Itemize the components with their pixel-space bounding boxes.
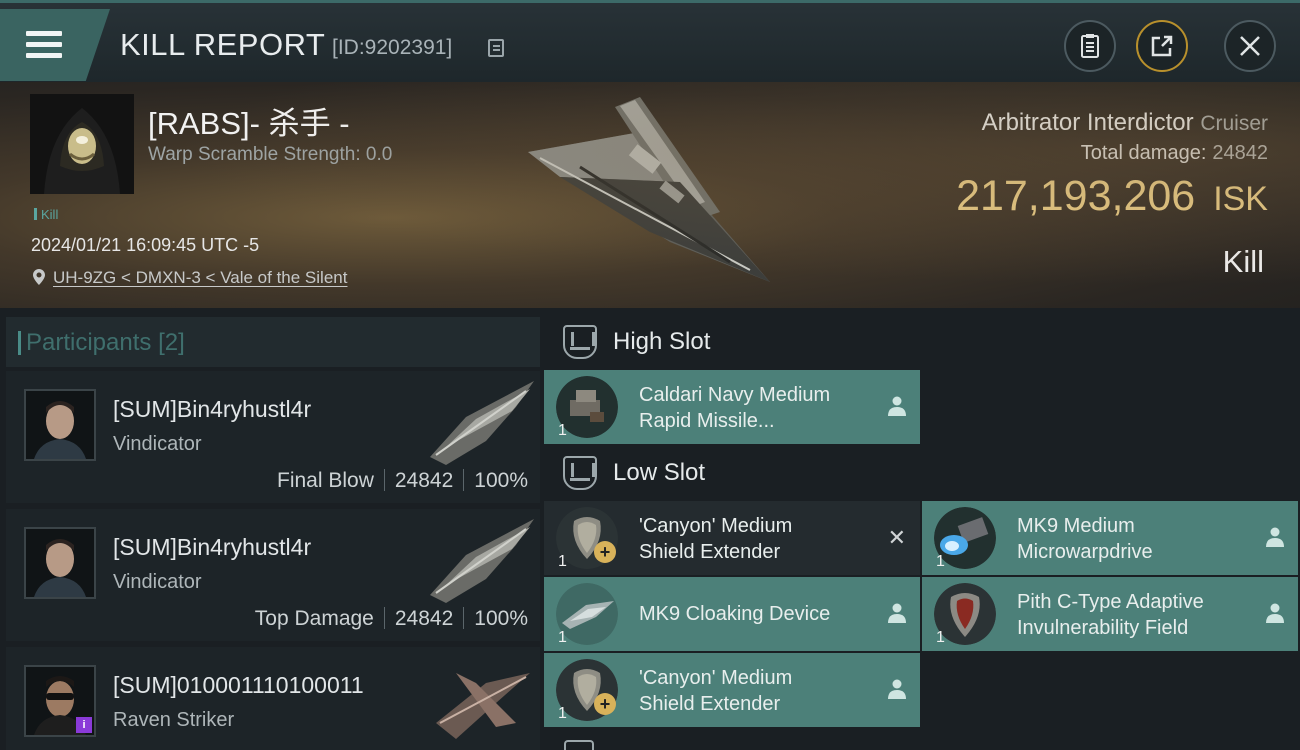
participant-ship: Vindicator: [113, 571, 202, 593]
module-name: MK9 Cloaking Device: [639, 603, 831, 625]
pilot-portrait-image: [26, 529, 94, 597]
kill-datetime: 2024/01/21 16:09:45 UTC -5: [31, 235, 260, 255]
participants-count: [2]: [158, 329, 185, 356]
location-pin-icon: [33, 269, 45, 285]
participant-ship-image: [436, 673, 530, 739]
participant-ship: Vindicator: [113, 433, 202, 455]
participant-role: Top Damage: [254, 607, 374, 630]
participant-stats: Top Damage 24842 100%: [255, 607, 528, 631]
avatar[interactable]: [24, 389, 96, 461]
victim-ship-image[interactable]: [520, 92, 780, 292]
module-name: MK9 Medium Microwarpdrive: [1017, 515, 1153, 563]
share-icon: [1151, 35, 1173, 57]
top-bar: KILL REPORT [ID:9202391]: [0, 0, 1300, 82]
menu-icon: [26, 31, 62, 59]
participant-damage: 24842: [394, 469, 454, 492]
participant-damage: 24842: [394, 607, 454, 630]
high-slot-icon: [563, 325, 597, 359]
participant-card[interactable]: [SUM]Bin4ryhustl4r Vindicator Top Damage…: [6, 509, 540, 641]
victim-name[interactable]: [RABS]- 杀手 -: [148, 98, 350, 143]
module-canyon-medium-shield-extender[interactable]: + 1 'Canyon' Medium Shield Extender ✕: [544, 501, 920, 575]
participant-name: [SUM]Bin4ryhustl4r: [113, 396, 312, 422]
share-button[interactable]: [1136, 20, 1188, 72]
module-quantity: 1: [558, 705, 567, 722]
close-button[interactable]: [1224, 20, 1276, 72]
participant-ship-image: [430, 519, 534, 603]
result-label: Kill: [1222, 244, 1264, 279]
module-mk9-medium-microwarpdrive[interactable]: 1 MK9 Medium Microwarpdrive: [922, 501, 1298, 575]
hooded-pilot-image: [30, 94, 134, 194]
participant-card[interactable]: i [SUM]010001110100011 Raven Striker: [6, 647, 540, 750]
participant-card[interactable]: [SUM]Bin4ryhustl4r Vindicator Final Blow…: [6, 371, 540, 503]
remove-icon[interactable]: ✕: [888, 525, 906, 551]
module-canyon-medium-shield-extender[interactable]: + 1 'Canyon' Medium Shield Extender: [544, 653, 920, 727]
next-slot-header-partial: [562, 738, 662, 750]
isk-amount: 217,193,206: [956, 172, 1196, 220]
person-icon: [888, 679, 906, 699]
participants-panel: Participants [2] [SUM]Bin4ryhustl4r Vind…: [6, 317, 540, 750]
avatar[interactable]: [24, 527, 96, 599]
pilot-portrait-image: [26, 391, 94, 459]
avatar[interactable]: i: [24, 665, 96, 737]
module-mk9-cloaking-device[interactable]: 1 MK9 Cloaking Device: [544, 577, 920, 651]
participant-percent: 100%: [474, 469, 528, 492]
warp-scramble-strength: Warp Scramble Strength: 0.0: [148, 144, 393, 165]
participant-name: [SUM]010001110100011: [113, 672, 364, 698]
module-name: 'Canyon' Medium Shield Extender: [639, 667, 793, 715]
participant-stats: Final Blow 24842 100%: [277, 469, 528, 493]
info-badge: i: [76, 717, 92, 733]
person-icon: [1266, 527, 1284, 547]
kill-summary: [RABS]- 杀手 - Warp Scramble Strength: 0.0…: [0, 82, 1300, 308]
clipboard-button[interactable]: [1064, 20, 1116, 72]
location-link[interactable]: UH-9ZG < DMXN-3 < Vale of the Silent: [53, 268, 347, 287]
close-icon: [1240, 36, 1260, 56]
kill-tag: Kill: [34, 207, 58, 222]
ship-name: Arbitrator Interdictor: [981, 109, 1194, 136]
person-icon: [1266, 603, 1284, 623]
participant-ship: Raven Striker: [113, 709, 235, 731]
participants-header: Participants [2]: [6, 317, 540, 367]
module-quantity: 1: [558, 422, 567, 439]
module-quantity: 1: [558, 553, 567, 570]
menu-button[interactable]: [0, 9, 110, 81]
page-title: KILL REPORT: [120, 27, 326, 62]
low-slot-title: Low Slot: [613, 459, 706, 486]
participants-label: Participants: [26, 329, 152, 356]
person-icon: [888, 396, 906, 416]
low-slot-icon: [563, 456, 597, 490]
total-damage: Total damage: 24842: [1081, 142, 1268, 165]
module-pith-c-type-adaptive-invulnerability-field[interactable]: 1 Pith C-Type Adaptive Invulnerability Fi…: [922, 577, 1298, 651]
plus-icon: +: [594, 693, 616, 715]
participant-role: Final Blow: [277, 469, 374, 492]
module-quantity: 1: [936, 553, 945, 570]
module-quantity: 1: [558, 629, 567, 646]
total-damage-value: 24842: [1212, 142, 1268, 164]
report-id: [ID:9202391]: [332, 36, 453, 59]
module-name: 'Canyon' Medium Shield Extender: [639, 515, 793, 563]
total-damage-label: Total damage:: [1080, 142, 1207, 164]
victim-portrait[interactable]: [30, 94, 134, 194]
high-slot-title: High Slot: [613, 328, 711, 355]
module-name: Pith C-Type Adaptive Invulnerability Fiel…: [1017, 591, 1204, 639]
clipboard-icon: [1081, 34, 1099, 58]
module-caldari-navy-medium-rapid-missile[interactable]: 1 Caldari Navy Medium Rapid Missile...: [544, 370, 920, 444]
module-name: Caldari Navy Medium Rapid Missile...: [639, 384, 831, 432]
participants-title: Participants [2]: [18, 329, 185, 357]
isk-unit: ISK: [1213, 180, 1268, 218]
participant-ship-image: [430, 381, 534, 465]
plus-icon: +: [594, 541, 616, 563]
person-icon: [888, 603, 906, 623]
ship-class: Cruiser: [1200, 112, 1268, 135]
kill-location[interactable]: UH-9ZG < DMXN-3 < Vale of the Silent: [33, 268, 347, 288]
isk-value: 217,193,206 ISK: [956, 172, 1268, 221]
module-quantity: 1: [936, 629, 945, 646]
victim-ship[interactable]: Arbitrator Interdictor Cruiser: [982, 109, 1268, 137]
copy-icon[interactable]: [488, 39, 504, 57]
participant-name: [SUM]Bin4ryhustl4r: [113, 534, 312, 560]
participant-percent: 100%: [474, 607, 528, 630]
